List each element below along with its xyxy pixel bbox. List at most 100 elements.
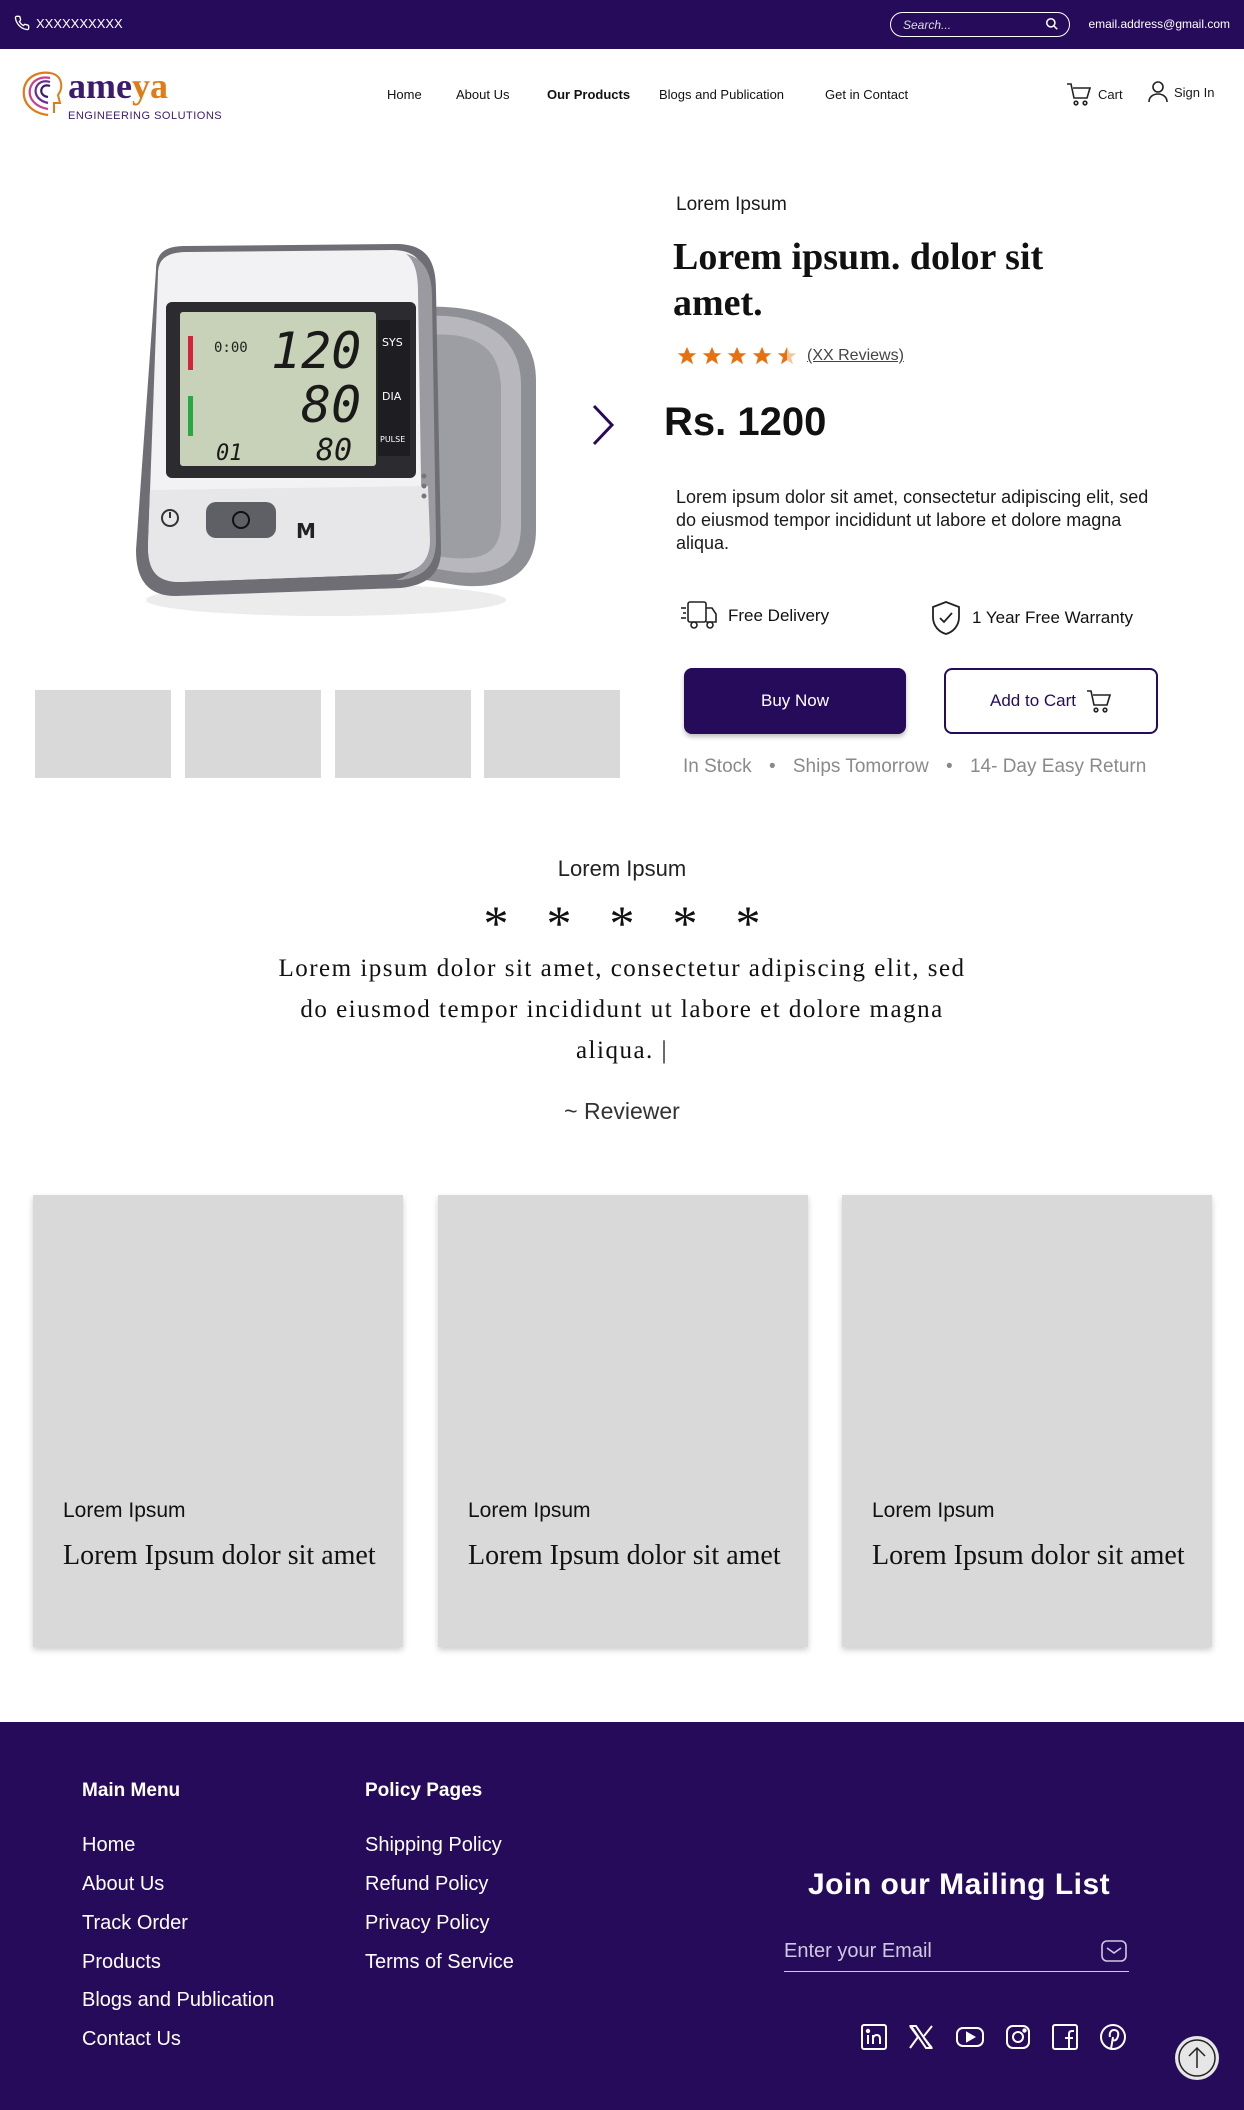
instagram-icon[interactable] [1004,2023,1032,2051]
phone-number: XXXXXXXXXX [36,15,123,31]
logo-tagline: ENGINEERING SOLUTIONS [68,110,223,122]
linkedin-icon[interactable] [860,2023,888,2051]
search-icon[interactable] [1045,17,1059,31]
pinterest-icon[interactable] [1099,2023,1127,2051]
cart-label: Cart [1098,86,1123,102]
arrow-up-icon [1178,2039,1216,2077]
return-policy: 14- Day Easy Return [969,756,1147,777]
footer-link-refund-policy[interactable]: Refund Policy [365,1873,488,1896]
top-phone[interactable]: XXXXXXXXXX [14,15,123,31]
search-input[interactable] [903,16,1043,33]
blood-pressure-monitor-image: 0:00 120 80 80 01 SYS DIA PULSE M [136,244,536,616]
back-to-top-button[interactable] [1175,2036,1219,2080]
shield-check-icon [932,601,960,635]
star-icon [727,346,747,365]
nav-about-us[interactable]: About Us [456,87,509,102]
youtube-icon[interactable] [955,2023,985,2051]
site-footer: Main Menu Home About Us Track Order Prod… [0,1722,1244,2110]
footer-link-shipping-policy[interactable]: Shipping Policy [365,1834,502,1857]
header-signin-link[interactable]: Sign In [1148,81,1214,103]
svg-text:DIA: DIA [382,390,402,403]
feature-warranty: 1 Year Free Warranty [930,600,1133,636]
footer-link-track-order[interactable]: Track Order [82,1912,188,1935]
card-label: Lorem Ipsum [63,1499,186,1522]
cart-icon [1067,83,1092,106]
footer-link-home[interactable]: Home [82,1834,135,1857]
svg-text:01: 01 [216,441,243,466]
svg-text:80: 80 [316,433,352,468]
user-icon [1148,81,1168,103]
svg-text:M: M [296,519,316,543]
mailing-email-input[interactable] [784,1938,1084,1964]
mail-submit-icon[interactable] [1101,1940,1127,1962]
footer-link-about-us[interactable]: About Us [82,1873,164,1896]
review-text: Lorem ipsum dolor sit amet, consectetur … [278,955,966,1064]
footer-link-products[interactable]: Products [82,1951,161,1974]
shipping-info: Ships Tomorrow [792,756,929,777]
mailing-email-field [784,1932,1129,1972]
search-box [890,12,1070,37]
svg-text:PULSE: PULSE [380,435,405,444]
stock-status: In Stock [683,756,752,777]
nav-our-products[interactable]: Our Products [547,87,630,102]
footer-link-privacy-policy[interactable]: Privacy Policy [365,1912,489,1935]
reviews-link[interactable]: (XX Reviews) [807,347,904,365]
signin-label: Sign In [1174,84,1215,100]
review-section-label: Lorem Ipsum [557,856,687,881]
card-title: Lorem Ipsum dolor sit amet [63,1540,376,1571]
product-thumbnail-2[interactable] [185,690,321,778]
buy-now-button[interactable]: Buy Now [684,668,906,734]
logo-swirl-icon [22,71,63,117]
product-price: Rs. 1200 [664,400,827,444]
product-thumbnail-3[interactable] [335,690,471,778]
footer-link-blogs[interactable]: Blogs and Publication [82,1989,274,2012]
card-title: Lorem Ipsum dolor sit amet [872,1540,1185,1571]
feature-label: Free Delivery [728,606,830,625]
footer-main-menu-title: Main Menu [82,1780,181,1801]
svg-text:80: 80 [301,376,361,434]
facebook-icon[interactable] [1051,2023,1079,2051]
svg-text:0:00: 0:00 [214,340,248,356]
phone-icon [14,15,30,31]
x-icon[interactable] [907,2023,935,2051]
star-half-icon [777,346,797,365]
footer-link-terms[interactable]: Terms of Service [365,1951,514,1974]
nav-blogs-publication[interactable]: Blogs and Publication [659,87,784,102]
svg-text:120: 120 [271,322,361,380]
logo-wordmark: ameya [68,66,168,106]
brand-logo[interactable]: ameya ENGINEERING SOLUTIONS [18,63,222,125]
card-label: Lorem Ipsum [468,1499,591,1522]
stock-shipping-info: In Stock • Ships Tomorrow • 14- Day Easy… [683,756,1147,777]
review-stars: ***** [483,895,799,951]
next-image-arrow-icon[interactable] [588,400,618,450]
star-icon [677,346,697,365]
product-description: Lorem ipsum dolor sit amet, consectetur … [676,487,1149,553]
product-main-image[interactable]: 0:00 120 80 80 01 SYS DIA PULSE M [96,240,556,640]
feature-free-delivery: Free Delivery [680,598,829,634]
product-thumbnail-4[interactable] [484,690,620,778]
cart-icon [1087,690,1112,713]
star-icon [752,346,772,365]
nav-get-in-contact[interactable]: Get in Contact [825,87,908,102]
product-rating: (XX Reviews) [676,345,904,367]
footer-policy-title: Policy Pages [365,1780,483,1801]
card-title: Lorem Ipsum dolor sit amet [468,1540,781,1571]
nav-home[interactable]: Home [387,87,422,102]
site-header: ameya ENGINEERING SOLUTIONS Home About U… [0,49,1244,141]
header-cart-link[interactable]: Cart [1066,81,1123,107]
blog-card-2[interactable]: Lorem Ipsum Lorem Ipsum dolor sit amet [438,1195,808,1647]
product-thumbnail-1[interactable] [35,690,171,778]
footer-link-contact-us[interactable]: Contact Us [82,2028,181,2051]
blog-card-3[interactable]: Lorem Ipsum Lorem Ipsum dolor sit amet [842,1195,1212,1647]
top-email[interactable]: email.address@gmail.com [1088,17,1230,31]
top-bar: XXXXXXXXXX email.address@gmail.com [0,0,1244,49]
svg-text:SYS: SYS [382,336,403,349]
blog-card-1[interactable]: Lorem Ipsum Lorem Ipsum dolor sit amet [33,1195,403,1647]
review-author: ~ Reviewer [564,1098,680,1124]
product-category: Lorem Ipsum [676,194,787,215]
card-label: Lorem Ipsum [872,1499,995,1522]
add-to-cart-button[interactable]: Add to Cart [944,668,1158,734]
add-to-cart-label: Add to Cart [990,691,1076,710]
mailing-list-title: Join our Mailing List [808,1868,1111,1901]
feature-label: 1 Year Free Warranty [972,608,1133,627]
